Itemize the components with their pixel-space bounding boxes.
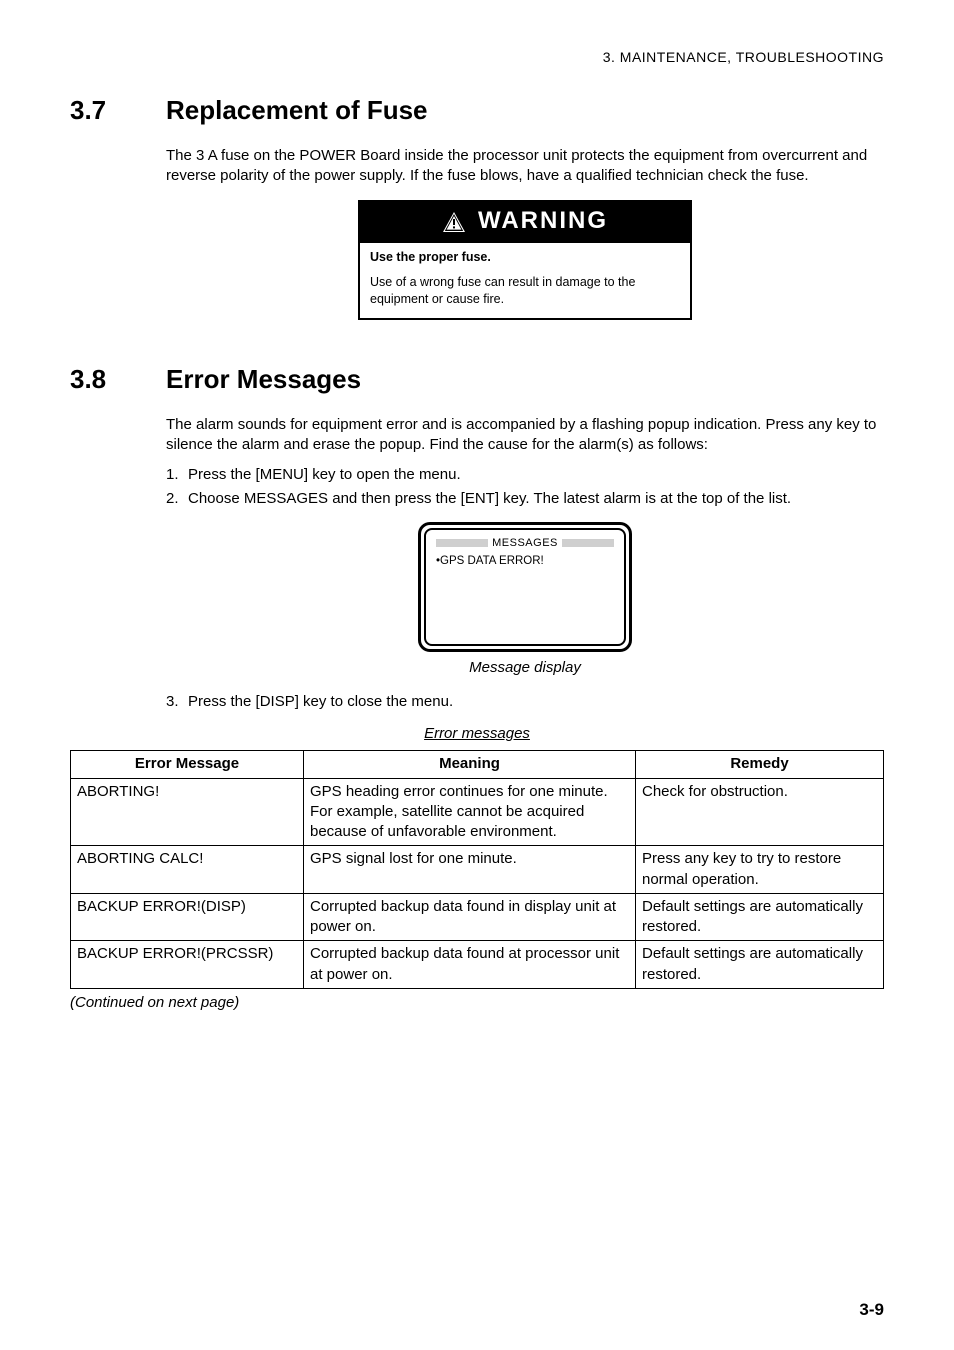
table-cell: Default settings are automatically resto…: [636, 893, 884, 941]
step-3: 3. Press the [DISP] key to close the men…: [166, 692, 884, 712]
table-header-row: Error Message Meaning Remedy: [71, 751, 884, 778]
warning-header-text: WARNING: [478, 205, 608, 237]
table-cell: Default settings are automatically resto…: [636, 941, 884, 989]
table-cell: Press any key to try to restore normal o…: [636, 846, 884, 894]
section-number-3-7: 3.7: [70, 93, 166, 128]
warning-box: WARNING Use the proper fuse. Use of a wr…: [358, 200, 692, 319]
warning-header: WARNING: [360, 202, 690, 242]
table-cell: BACKUP ERROR!(DISP): [71, 893, 304, 941]
title-bar-right-icon: [562, 539, 614, 547]
running-header: 3. MAINTENANCE, TROUBLESHOOTING: [70, 48, 884, 67]
step-number: 1.: [166, 465, 188, 485]
step-number: 2.: [166, 489, 188, 509]
table-cell: BACKUP ERROR!(PRCSSR): [71, 941, 304, 989]
title-bar-left-icon: [436, 539, 488, 547]
section-title-3-8: Error Messages: [166, 362, 361, 397]
section-heading-3-8: 3.8 Error Messages: [70, 362, 884, 397]
table-row: ABORTING CALC! GPS signal lost for one m…: [71, 846, 884, 894]
table-cell: GPS heading error continues for one minu…: [304, 778, 636, 846]
warning-bold-text: Use the proper fuse.: [370, 249, 680, 266]
warning-body-text: Use of a wrong fuse can result in damage…: [370, 274, 680, 308]
table-cell: ABORTING CALC!: [71, 846, 304, 894]
table-cell: ABORTING!: [71, 778, 304, 846]
step-2: 2. Choose MESSAGES and then press the [E…: [166, 489, 884, 509]
table-caption: Error messages: [70, 724, 884, 744]
table-cell: Corrupted backup data found at processor…: [304, 941, 636, 989]
device-message-line: •GPS DATA ERROR!: [436, 554, 614, 570]
section-3-7-paragraph: The 3 A fuse on the POWER Board inside t…: [166, 146, 884, 187]
table-row: BACKUP ERROR!(DISP) Corrupted backup dat…: [71, 893, 884, 941]
step-text: Choose MESSAGES and then press the [ENT]…: [188, 489, 884, 509]
step-1: 1. Press the [MENU] key to open the menu…: [166, 465, 884, 485]
table-header-cell: Error Message: [71, 751, 304, 778]
table-cell: GPS signal lost for one minute.: [304, 846, 636, 894]
table-cell: Corrupted backup data found in display u…: [304, 893, 636, 941]
device-figure: MESSAGES •GPS DATA ERROR!: [418, 522, 632, 652]
warning-body: Use the proper fuse. Use of a wrong fuse…: [360, 243, 690, 318]
error-messages-table: Error Message Meaning Remedy ABORTING! G…: [70, 750, 884, 989]
device-caption: Message display: [166, 658, 884, 678]
table-row: ABORTING! GPS heading error continues fo…: [71, 778, 884, 846]
step-number: 3.: [166, 692, 188, 712]
section-title-3-7: Replacement of Fuse: [166, 93, 428, 128]
section-number-3-8: 3.8: [70, 362, 166, 397]
warning-triangle-icon: [442, 211, 466, 233]
device-title: MESSAGES: [492, 536, 558, 551]
table-header-cell: Meaning: [304, 751, 636, 778]
table-header-cell: Remedy: [636, 751, 884, 778]
table-cell: Check for obstruction.: [636, 778, 884, 846]
page-number: 3-9: [859, 1299, 884, 1322]
continued-note: (Continued on next page): [70, 993, 884, 1013]
step-text: Press the [MENU] key to open the menu.: [188, 465, 884, 485]
section-3-8-paragraph: The alarm sounds for equipment error and…: [166, 415, 884, 456]
step-text: Press the [DISP] key to close the menu.: [188, 692, 884, 712]
table-row: BACKUP ERROR!(PRCSSR) Corrupted backup d…: [71, 941, 884, 989]
section-heading-3-7: 3.7 Replacement of Fuse: [70, 93, 884, 128]
